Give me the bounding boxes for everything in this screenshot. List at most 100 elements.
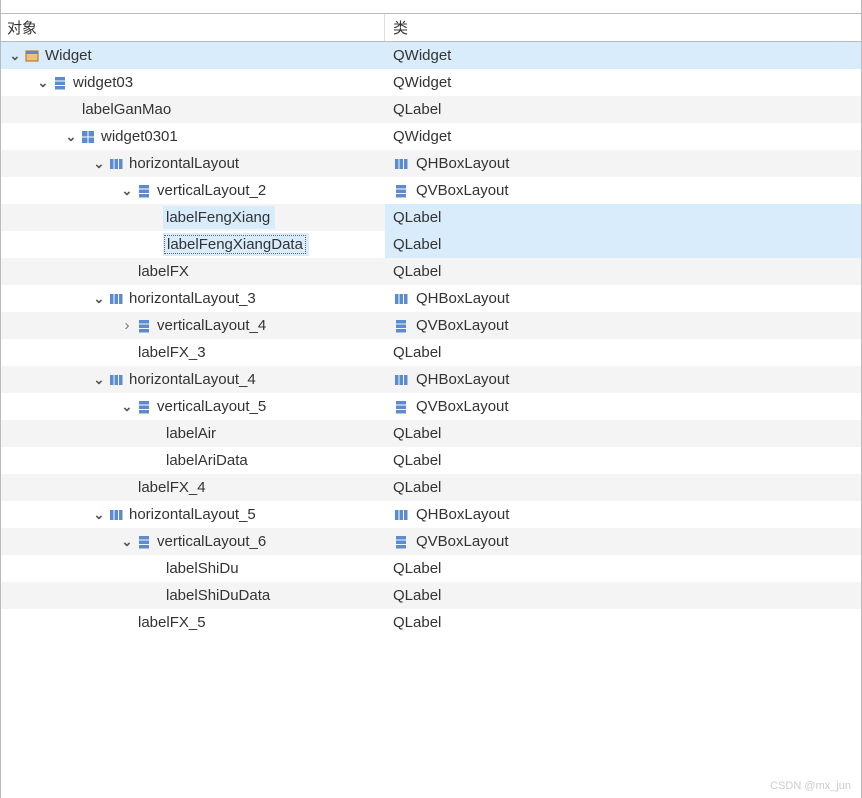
class-name: QVBoxLayout	[416, 317, 509, 334]
cell-class[interactable]: QLabel	[385, 582, 861, 609]
cell-class[interactable]: QVBoxLayout	[385, 177, 861, 204]
object-label-group: Widget	[23, 44, 97, 67]
cell-object[interactable]: Widget	[1, 42, 385, 69]
tree-row[interactable]: verticalLayout_2 QVBoxLayout	[1, 177, 861, 204]
cell-object[interactable]: horizontalLayout_3	[1, 285, 385, 312]
cell-object[interactable]: verticalLayout_5	[1, 393, 385, 420]
hbox-icon	[108, 156, 124, 172]
header-class[interactable]: 类	[385, 14, 861, 41]
chevron-down-icon[interactable]	[119, 183, 135, 199]
cell-object[interactable]: labelAir	[1, 420, 385, 447]
tree-row[interactable]: labelAriDataQLabel	[1, 447, 861, 474]
chevron-down-icon[interactable]	[119, 399, 135, 415]
header-object[interactable]: 对象	[1, 14, 385, 41]
cell-object[interactable]: horizontalLayout_4	[1, 366, 385, 393]
cell-class[interactable]: QLabel	[385, 258, 861, 285]
vbox-icon	[136, 399, 152, 415]
cell-object[interactable]: verticalLayout_4	[1, 312, 385, 339]
chevron-down-icon[interactable]	[91, 372, 107, 388]
cell-object[interactable]: labelFX	[1, 258, 385, 285]
tree-row[interactable]: labelShiDuQLabel	[1, 555, 861, 582]
cell-object[interactable]: labelFengXiangData	[1, 231, 385, 258]
cell-class[interactable]: QHBoxLayout	[385, 285, 861, 312]
object-name: verticalLayout_6	[155, 533, 268, 550]
cell-class[interactable]: QLabel	[385, 204, 861, 231]
tree-row[interactable]: verticalLayout_6 QVBoxLayout	[1, 528, 861, 555]
cell-object[interactable]: widget0301	[1, 123, 385, 150]
cell-object[interactable]: labelFX_5	[1, 609, 385, 636]
cell-class[interactable]: QWidget	[385, 123, 861, 150]
cell-object[interactable]: labelFX_3	[1, 339, 385, 366]
tree-row[interactable]: labelFengXiang QLabel	[1, 204, 861, 231]
tree-row[interactable]: widget0301QWidget	[1, 123, 861, 150]
tree-row[interactable]: labelFX QLabel	[1, 258, 861, 285]
cell-class[interactable]: QLabel	[385, 339, 861, 366]
cell-object[interactable]: labelGanMao	[1, 96, 385, 123]
cell-class[interactable]: QHBoxLayout	[385, 501, 861, 528]
cell-class[interactable]: QVBoxLayout	[385, 312, 861, 339]
hbox-icon	[108, 507, 124, 523]
cell-class[interactable]: QLabel	[385, 447, 861, 474]
cell-object[interactable]: widget03	[1, 69, 385, 96]
class-name: QLabel	[393, 263, 441, 280]
cell-class[interactable]: QLabel	[385, 555, 861, 582]
vbox-icon	[393, 183, 409, 199]
object-name: labelFengXiang	[164, 209, 272, 226]
tree-row[interactable]: horizontalLayout_4QHBoxLayout	[1, 366, 861, 393]
tree-row[interactable]: horizontalLayout_5QHBoxLayout	[1, 501, 861, 528]
cell-object[interactable]: labelFX_4	[1, 474, 385, 501]
cell-object[interactable]: labelShiDu	[1, 555, 385, 582]
cell-class[interactable]: QVBoxLayout	[385, 393, 861, 420]
chevron-down-icon[interactable]	[91, 507, 107, 523]
tree-row[interactable]: verticalLayout_4 QVBoxLayout	[1, 312, 861, 339]
class-name: QVBoxLayout	[416, 533, 509, 550]
cell-class[interactable]: QWidget	[385, 69, 861, 96]
tree-row[interactable]: horizontalLayout_3QHBoxLayout	[1, 285, 861, 312]
chevron-right-icon[interactable]	[119, 317, 135, 334]
cell-class[interactable]: QLabel	[385, 420, 861, 447]
object-label-group: verticalLayout_5	[135, 395, 271, 418]
cell-object[interactable]: verticalLayout_6	[1, 528, 385, 555]
tree-row[interactable]: horizontalLayoutQHBoxLayout	[1, 150, 861, 177]
cell-class[interactable]: QHBoxLayout	[385, 150, 861, 177]
object-name: labelFX_5	[136, 614, 208, 631]
object-label-group: verticalLayout_2	[135, 179, 271, 202]
chevron-down-icon[interactable]	[91, 156, 107, 172]
chevron-down-icon[interactable]	[35, 75, 51, 91]
tree-body[interactable]: WidgetQWidgetwidget03QWidgetlabelGanMaoQ…	[1, 42, 861, 636]
tree-row[interactable]: labelShiDuDataQLabel	[1, 582, 861, 609]
cell-class[interactable]: QLabel	[385, 609, 861, 636]
tree-row[interactable]: labelFX_3QLabel	[1, 339, 861, 366]
vbox-icon	[52, 75, 68, 91]
tree-row[interactable]: Widget QWidget	[1, 42, 861, 69]
cell-object[interactable]: horizontalLayout	[1, 150, 385, 177]
cell-object[interactable]: horizontalLayout_5	[1, 501, 385, 528]
chevron-down-icon[interactable]	[63, 129, 79, 145]
cell-object[interactable]: labelAriData	[1, 447, 385, 474]
tree-row[interactable]: labelGanMaoQLabel	[1, 96, 861, 123]
hbox-icon	[393, 156, 409, 172]
cell-class[interactable]: QVBoxLayout	[385, 528, 861, 555]
cell-class[interactable]: QWidget	[385, 42, 861, 69]
object-inspector-panel: 对象 类 WidgetQWidgetwidget03QWidgetlabelGa…	[0, 0, 862, 798]
cell-object[interactable]: verticalLayout_2	[1, 177, 385, 204]
tree-row[interactable]: labelFengXiangData QLabel	[1, 231, 861, 258]
chevron-down-icon[interactable]	[7, 48, 23, 64]
tree-row[interactable]: labelFX_5 QLabel	[1, 609, 861, 636]
chevron-down-icon[interactable]	[91, 291, 107, 307]
header-object-label: 对象	[7, 17, 37, 38]
class-name: QLabel	[393, 425, 441, 442]
cell-class[interactable]: QHBoxLayout	[385, 366, 861, 393]
cell-class[interactable]: QLabel	[385, 96, 861, 123]
chevron-down-icon[interactable]	[119, 534, 135, 550]
tree-row[interactable]: labelFX_4QLabel	[1, 474, 861, 501]
cell-class[interactable]: QLabel	[385, 231, 861, 258]
tree-row[interactable]: widget03QWidget	[1, 69, 861, 96]
class-name: QLabel	[393, 236, 441, 253]
tree-row[interactable]: verticalLayout_5 QVBoxLayout	[1, 393, 861, 420]
cell-object[interactable]: labelShiDuData	[1, 582, 385, 609]
cell-object[interactable]: labelFengXiang	[1, 204, 385, 231]
tree-row[interactable]: labelAir QLabel	[1, 420, 861, 447]
cell-class[interactable]: QLabel	[385, 474, 861, 501]
hbox-icon	[393, 372, 409, 388]
